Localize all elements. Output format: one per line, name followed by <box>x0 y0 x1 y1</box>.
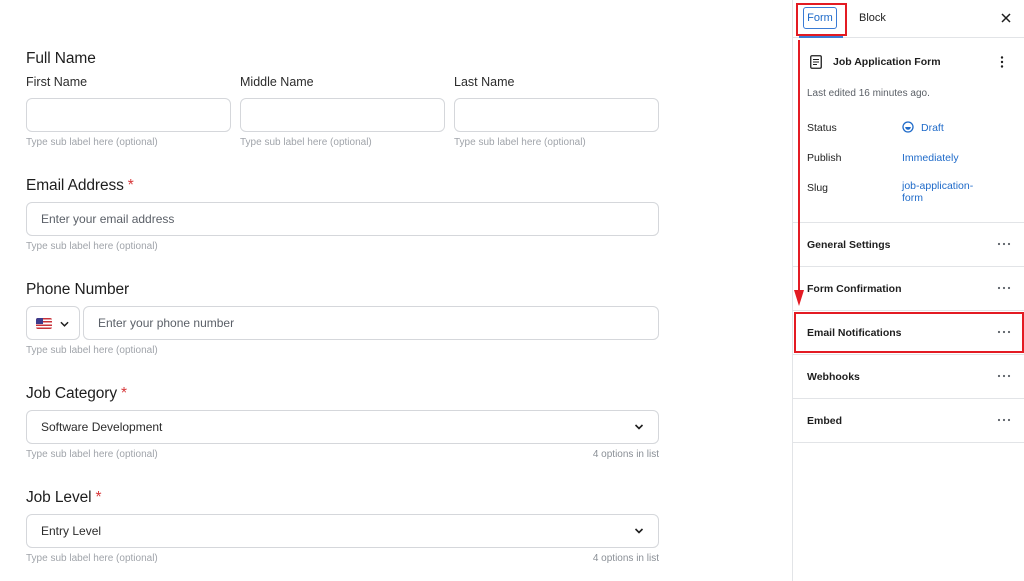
close-icon[interactable] <box>998 10 1014 26</box>
panel-embed[interactable]: Embed <box>807 415 842 427</box>
divider <box>793 266 1024 267</box>
email-title: Email Address * <box>26 177 134 195</box>
first-name-label: First Name <box>26 75 88 89</box>
ellipsis-icon[interactable] <box>997 374 1011 378</box>
middle-name-sublabel: Type sub label here (optional) <box>240 137 372 148</box>
last-edited-text: Last edited 16 minutes ago. <box>807 88 930 99</box>
form-canvas: Full Name First Name Type sub label here… <box>0 0 792 581</box>
phone-input[interactable]: Enter your phone number <box>83 306 659 340</box>
more-options-icon[interactable] <box>999 55 1005 69</box>
full-name-title: Full Name <box>26 50 96 67</box>
job-category-title-text: Job Category <box>26 385 117 402</box>
ellipsis-icon[interactable] <box>997 286 1011 290</box>
job-level-value: Entry Level <box>41 524 102 538</box>
last-name-input[interactable] <box>454 98 659 132</box>
panel-form-confirmation[interactable]: Form Confirmation <box>807 283 902 295</box>
phone-sublabel: Type sub label here (optional) <box>26 345 158 356</box>
highlight-form-tab <box>796 3 847 36</box>
required-mark: * <box>127 177 134 194</box>
divider <box>793 354 1024 355</box>
form-title: Job Application Form <box>833 56 941 68</box>
country-selector[interactable] <box>26 306 80 340</box>
job-level-title-text: Job Level <box>26 489 92 506</box>
job-level-sublabel: Type sub label here (optional) <box>26 553 158 564</box>
slug-value[interactable]: job-application- form <box>902 180 1002 204</box>
email-input[interactable]: Enter your email address <box>26 202 659 236</box>
job-level-select[interactable]: Entry Level <box>26 514 659 548</box>
publish-value[interactable]: Immediately <box>902 152 1002 164</box>
active-tab-indicator <box>799 36 843 38</box>
job-category-select[interactable]: Software Development <box>26 410 659 444</box>
divider <box>793 310 1024 311</box>
job-category-title: Job Category * <box>26 385 127 403</box>
middle-name-input[interactable] <box>240 98 445 132</box>
tab-block[interactable]: Block <box>859 12 886 24</box>
email-placeholder: Enter your email address <box>41 212 175 226</box>
first-name-input[interactable] <box>26 98 231 132</box>
email-sublabel: Type sub label here (optional) <box>26 241 158 252</box>
ellipsis-icon[interactable] <box>997 418 1011 422</box>
last-name-label: Last Name <box>454 75 515 89</box>
chevron-down-icon <box>60 321 69 327</box>
panel-general-settings[interactable]: General Settings <box>807 239 890 251</box>
document-icon <box>810 55 822 69</box>
last-name-sublabel: Type sub label here (optional) <box>454 137 586 148</box>
publish-label: Publish <box>807 152 842 164</box>
required-mark: * <box>121 385 127 402</box>
chevron-down-icon <box>634 424 644 430</box>
middle-name-label: Middle Name <box>240 75 314 89</box>
slug-label: Slug <box>807 182 829 194</box>
settings-sidebar: Form Block Job Application Form Last edi… <box>792 0 1024 581</box>
chevron-down-icon <box>634 528 644 534</box>
slug-value-line-2: form <box>902 192 923 204</box>
divider <box>793 442 1024 443</box>
ellipsis-icon[interactable] <box>997 242 1011 246</box>
draft-status-icon <box>902 121 914 133</box>
phone-placeholder: Enter your phone number <box>98 316 235 330</box>
job-category-value: Software Development <box>41 420 163 434</box>
email-title-text: Email Address <box>26 177 124 194</box>
job-level-options-count: 4 options in list <box>592 553 659 564</box>
required-mark: * <box>95 489 102 506</box>
phone-title: Phone Number <box>26 281 130 298</box>
job-level-title: Job Level * <box>26 489 101 507</box>
first-name-sublabel: Type sub label here (optional) <box>26 137 158 148</box>
highlight-email-notifications <box>794 312 1024 353</box>
job-category-sublabel: Type sub label here (optional) <box>26 449 158 460</box>
editor-screen: Full Name First Name Type sub label here… <box>0 0 1024 581</box>
status-label: Status <box>807 122 837 134</box>
panel-webhooks[interactable]: Webhooks <box>807 371 860 383</box>
status-value[interactable]: Draft <box>921 122 1021 134</box>
us-flag-icon <box>36 318 52 329</box>
slug-value-line-1: job-application- <box>902 180 974 192</box>
divider <box>793 398 1024 399</box>
divider <box>793 222 1024 223</box>
job-category-options-count: 4 options in list <box>592 449 659 460</box>
